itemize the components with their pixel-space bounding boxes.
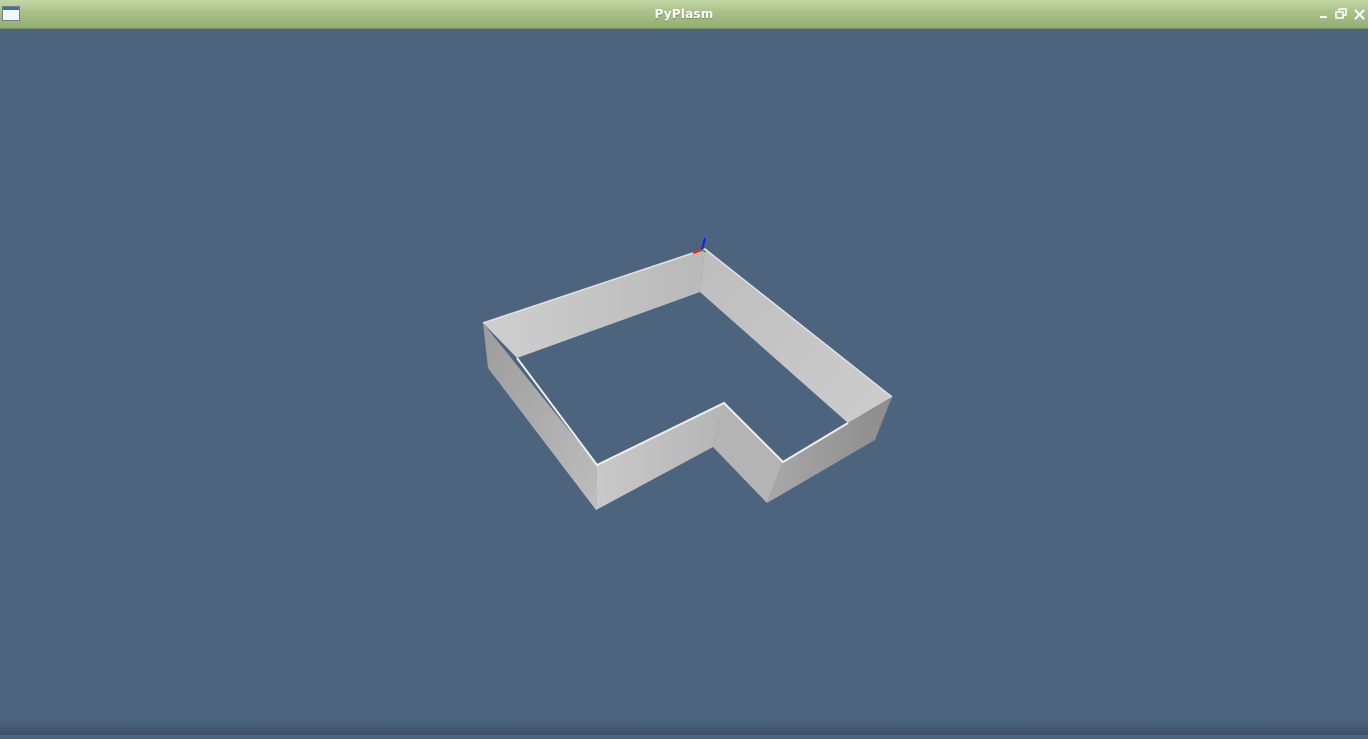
notch-inner-face (713, 403, 783, 503)
3d-viewport[interactable] (0, 29, 1368, 735)
inner-back-wall-face (483, 249, 705, 358)
outer-right-wall-face (767, 397, 892, 503)
minimize-icon (1320, 16, 1327, 18)
close-button[interactable] (1352, 7, 1366, 21)
scene-canvas[interactable] (0, 29, 1368, 735)
axes-gizmo (692, 237, 707, 254)
close-icon (1354, 9, 1364, 19)
bottom-shadow (0, 721, 1368, 735)
window-title: PyPlasm (654, 7, 714, 21)
title-bar[interactable]: PyPlasm (0, 0, 1368, 29)
minimize-button[interactable] (1317, 7, 1331, 21)
l-shaped-wall (482, 248, 893, 510)
pyplasm-window: PyPlasm (0, 0, 1368, 735)
outer-left-wall-face (483, 323, 597, 510)
restore-icon (1335, 8, 1347, 19)
z-axis (701, 237, 706, 251)
restore-button[interactable] (1334, 7, 1348, 21)
inner-right-wall-face (700, 249, 892, 423)
